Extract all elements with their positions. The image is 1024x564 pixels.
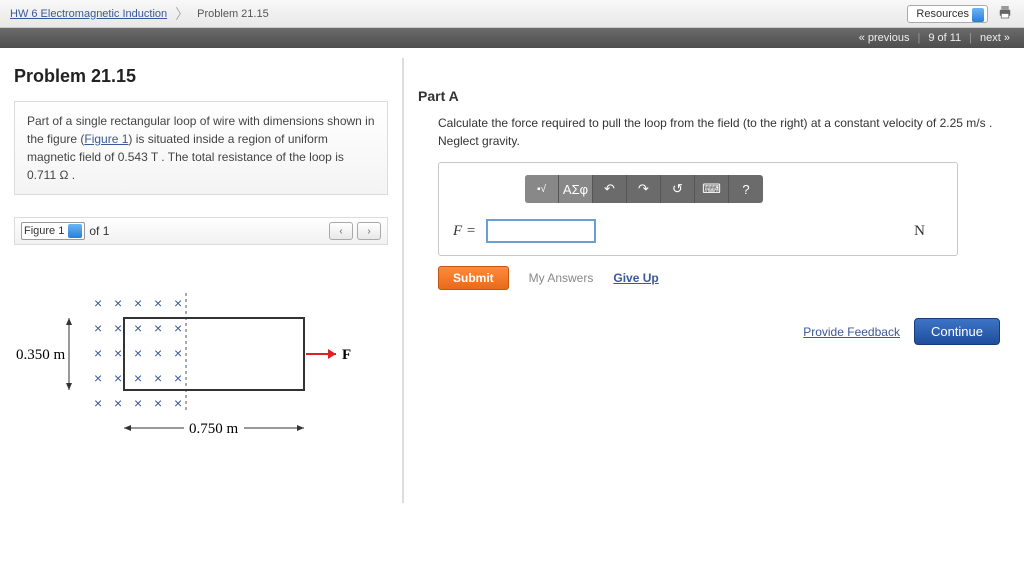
svg-text:×: ×: [134, 395, 142, 411]
nav-divider: |: [917, 32, 920, 44]
left-column: Problem 21.15 Part of a single rectangul…: [14, 58, 404, 503]
redo-icon[interactable]: ↷: [627, 175, 661, 203]
figure-link[interactable]: Figure 1: [84, 132, 128, 146]
svg-text:×: ×: [174, 395, 182, 411]
svg-text:×: ×: [114, 345, 122, 361]
template-tool-icon[interactable]: ▪√: [525, 175, 559, 203]
figure-of-text: of 1: [89, 224, 109, 238]
equation-label: F =: [453, 223, 476, 240]
continue-button[interactable]: Continue: [914, 318, 1000, 345]
breadcrumb-parent[interactable]: HW 6 Electromagnetic Induction: [10, 8, 167, 20]
svg-text:×: ×: [154, 395, 162, 411]
part-a-heading: Part A: [418, 88, 1010, 104]
nav-position: 9 of 11: [928, 32, 961, 44]
right-column: Part A Calculate the force required to p…: [404, 58, 1010, 503]
force-vector-label: F⃗: [342, 347, 363, 363]
dropdown-icon: [68, 224, 82, 238]
svg-text:×: ×: [154, 370, 162, 386]
svg-text:×: ×: [134, 345, 142, 361]
svg-text:×: ×: [114, 370, 122, 386]
svg-text:×: ×: [114, 320, 122, 336]
give-up-link[interactable]: Give Up: [613, 271, 658, 285]
figure-select-label: Figure 1: [24, 225, 64, 237]
unit-label: N: [914, 223, 925, 240]
figure-select[interactable]: Figure 1: [21, 222, 85, 240]
svg-text:×: ×: [154, 295, 162, 311]
svg-text:×: ×: [134, 295, 142, 311]
answer-box: ▪√ ΑΣφ ↶ ↷ ↺ ⌨ ? F = N: [438, 162, 958, 256]
svg-text:×: ×: [94, 395, 102, 411]
figure-selector-bar: Figure 1 of 1 ‹ ›: [14, 217, 388, 245]
help-icon[interactable]: ?: [729, 175, 763, 203]
submit-button[interactable]: Submit: [438, 266, 509, 290]
svg-text:×: ×: [174, 370, 182, 386]
figure-width-label: 0.750 m: [189, 421, 239, 437]
answer-input[interactable]: [486, 219, 596, 243]
figure-next-button[interactable]: ›: [357, 222, 381, 240]
figure-diagram: ××××× ××××× ××××× ××××× ××××× F⃗ 0.3: [14, 263, 388, 503]
svg-text:×: ×: [174, 320, 182, 336]
svg-text:×: ×: [94, 370, 102, 386]
provide-feedback-link[interactable]: Provide Feedback: [803, 325, 900, 339]
part-a-text: Calculate the force required to pull the…: [438, 114, 1010, 150]
problem-description: Part of a single rectangular loop of wir…: [14, 101, 388, 195]
breadcrumb-current: Problem 21.15: [197, 8, 269, 20]
svg-text:×: ×: [154, 345, 162, 361]
figure-height-label: 0.350 m: [16, 347, 66, 363]
greek-tool-button[interactable]: ΑΣφ: [559, 175, 593, 203]
keyboard-icon[interactable]: ⌨: [695, 175, 729, 203]
nav-divider: |: [969, 32, 972, 44]
svg-text:×: ×: [134, 370, 142, 386]
undo-icon[interactable]: ↶: [593, 175, 627, 203]
svg-text:×: ×: [174, 345, 182, 361]
print-icon[interactable]: [996, 3, 1014, 24]
svg-text:×: ×: [154, 320, 162, 336]
figure-prev-button[interactable]: ‹: [329, 222, 353, 240]
problem-nav: « previous | 9 of 11 | next »: [0, 28, 1024, 48]
my-answers-link[interactable]: My Answers: [529, 271, 594, 285]
svg-text:×: ×: [134, 320, 142, 336]
svg-text:×: ×: [114, 395, 122, 411]
svg-text:×: ×: [94, 345, 102, 361]
reset-icon[interactable]: ↺: [661, 175, 695, 203]
top-bar: HW 6 Electromagnetic Induction 〉 Problem…: [0, 0, 1024, 28]
svg-text:×: ×: [114, 295, 122, 311]
svg-text:×: ×: [94, 320, 102, 336]
svg-text:×: ×: [94, 295, 102, 311]
equation-toolbar: ▪√ ΑΣφ ↶ ↷ ↺ ⌨ ?: [525, 175, 763, 203]
resources-dropdown[interactable]: Resources: [907, 5, 988, 23]
breadcrumb-separator-icon: 〉: [175, 4, 189, 24]
problem-title: Problem 21.15: [14, 66, 388, 87]
nav-previous[interactable]: « previous: [859, 32, 910, 44]
svg-text:×: ×: [174, 295, 182, 311]
nav-next[interactable]: next »: [980, 32, 1010, 44]
